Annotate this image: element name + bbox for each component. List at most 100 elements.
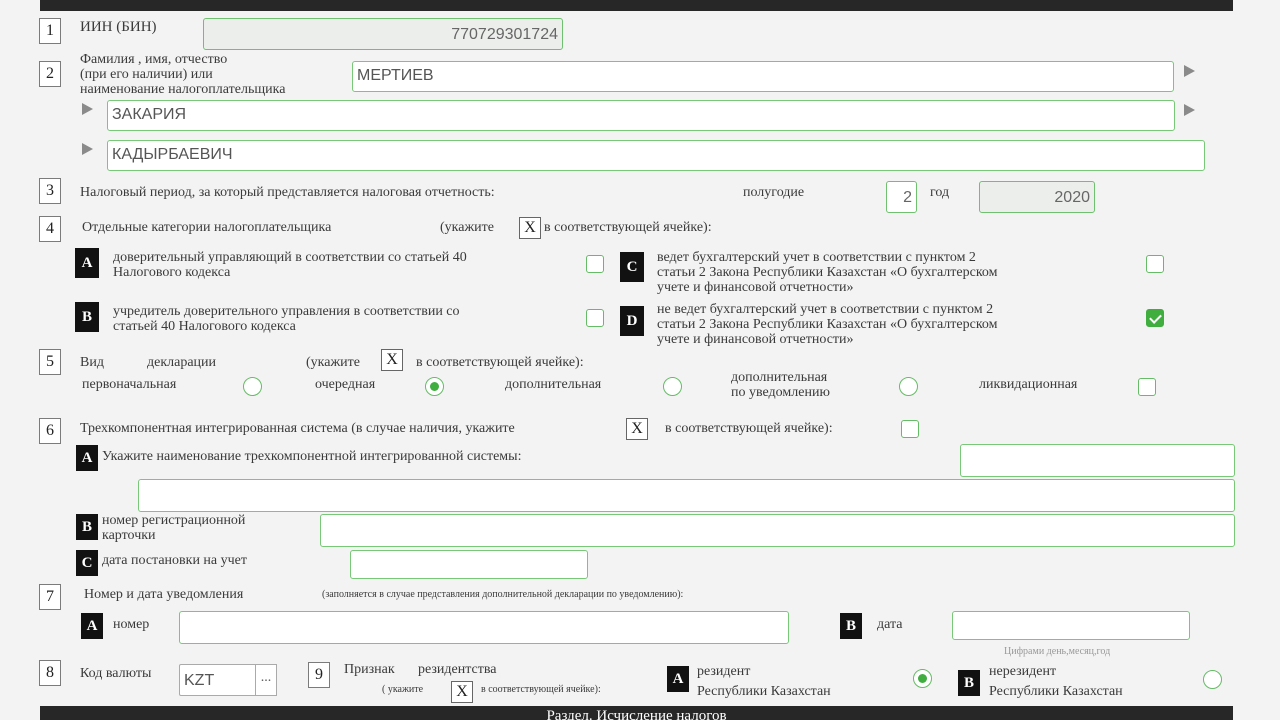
category-c-checkbox[interactable] bbox=[1146, 255, 1164, 273]
nonresident-radio[interactable] bbox=[1203, 670, 1222, 689]
label-line: по уведомлению bbox=[731, 385, 830, 400]
system-name-field-short[interactable] bbox=[960, 444, 1235, 477]
reg-card-field[interactable] bbox=[320, 514, 1235, 547]
row-number-6: 6 bbox=[39, 418, 61, 444]
name-label-line: Фамилия , имя, отчество bbox=[80, 52, 228, 67]
half-year-field[interactable]: 2 bbox=[886, 181, 917, 213]
row-number-3: 3 bbox=[39, 178, 61, 204]
label-line: доверительный управляющий в соответствии… bbox=[113, 250, 467, 265]
label-line: Республики Казахстан bbox=[989, 684, 1123, 699]
categories-label: Отдельные категории налогоплательщика bbox=[82, 220, 332, 235]
row-number-2: 2 bbox=[39, 61, 61, 87]
badge-a: A bbox=[667, 666, 689, 692]
residency-label: резидентства bbox=[418, 662, 497, 677]
reg-card-label: номер регистрационной карточки bbox=[102, 513, 245, 543]
play-arrow-icon bbox=[82, 103, 93, 115]
row-number-4: 4 bbox=[39, 216, 61, 242]
label-line: резидент bbox=[697, 664, 751, 679]
option-additional-label: дополнительная bbox=[505, 377, 602, 392]
label-line: нерезидент bbox=[989, 664, 1057, 679]
year-field[interactable]: 2020 bbox=[979, 181, 1095, 213]
registration-date-field[interactable] bbox=[350, 550, 588, 579]
option-initial-radio[interactable] bbox=[243, 377, 262, 396]
play-arrow-icon[interactable] bbox=[1184, 65, 1195, 77]
notice-label: Номер и дата уведомления bbox=[84, 587, 244, 602]
name-label-line: (при его наличии) или bbox=[80, 67, 213, 82]
row-number-5: 5 bbox=[39, 349, 61, 375]
category-b-checkbox[interactable] bbox=[586, 309, 604, 327]
hint-text: ( укажите bbox=[382, 684, 424, 695]
top-bar bbox=[40, 0, 1233, 11]
resident-radio[interactable] bbox=[913, 669, 932, 688]
label-line: учете и финансовой отчетности» bbox=[657, 280, 854, 295]
nonresident-label: нерезидент Республики Казахстан bbox=[989, 662, 1123, 702]
label-line: не ведет бухгалтерский учет в соответств… bbox=[657, 302, 994, 317]
half-year-label: полугодие bbox=[743, 185, 805, 200]
system-name-field[interactable] bbox=[138, 479, 1235, 512]
x-sample-box: X bbox=[451, 681, 473, 703]
label-line: статьей 40 Налогового кодекса bbox=[113, 319, 296, 334]
x-sample-box: X bbox=[519, 217, 541, 239]
x-sample-box: X bbox=[626, 418, 648, 440]
row-number-7: 7 bbox=[39, 584, 61, 610]
first-name-field[interactable]: ЗАКАРИЯ bbox=[107, 100, 1175, 131]
iin-field[interactable]: 770729301724 bbox=[203, 18, 563, 50]
category-d-label: не ведет бухгалтерский учет в соответств… bbox=[657, 302, 998, 347]
patronymic-field[interactable]: КАДЫРБАЕВИЧ bbox=[107, 140, 1205, 171]
play-arrow-icon[interactable] bbox=[1184, 104, 1195, 116]
option-notice-radio[interactable] bbox=[899, 377, 918, 396]
last-name-field[interactable]: МЕРТИЕВ bbox=[352, 61, 1174, 92]
hint-text: (укажите bbox=[440, 220, 494, 235]
registration-date-label: дата постановки на учет bbox=[102, 553, 248, 568]
resident-label: резидент Республики Казахстан bbox=[697, 662, 831, 702]
decl-type-label: декларации bbox=[147, 355, 217, 370]
row-number-8: 8 bbox=[39, 660, 61, 686]
name-label-line: наименование налогоплательщика bbox=[80, 82, 286, 97]
play-arrow-icon bbox=[82, 143, 93, 155]
notice-number-field[interactable] bbox=[179, 611, 789, 644]
notice-date-label: дата bbox=[877, 617, 903, 632]
label-line: статьи 2 Закона Республики Казахстан «О … bbox=[657, 317, 998, 332]
badge-a: A bbox=[81, 613, 103, 639]
option-regular-radio[interactable] bbox=[425, 377, 444, 396]
system-name-label: Укажите наименование трехкомпонентной ин… bbox=[102, 449, 522, 464]
hint-text: (укажите bbox=[306, 355, 360, 370]
decl-type-label: Вид bbox=[80, 355, 104, 370]
badge-d: D bbox=[620, 306, 644, 336]
three-component-label: Трехкомпонентная интегрированная система… bbox=[80, 421, 515, 436]
badge-b: B bbox=[76, 514, 98, 540]
badge-b: B bbox=[958, 670, 980, 696]
label-line: Налогового кодекса bbox=[113, 265, 231, 280]
currency-field[interactable]: KZT bbox=[179, 664, 257, 696]
row-number-9: 9 bbox=[308, 662, 330, 688]
option-additional-radio[interactable] bbox=[663, 377, 682, 396]
category-d-checkbox[interactable] bbox=[1146, 309, 1164, 327]
name-label: Фамилия , имя, отчество (при его наличии… bbox=[80, 52, 285, 97]
badge-a: A bbox=[76, 445, 98, 471]
label-line: дополнительная bbox=[731, 370, 828, 385]
category-a-checkbox[interactable] bbox=[586, 255, 604, 273]
badge-b: B bbox=[75, 302, 99, 332]
label-line: номер регистрационной bbox=[102, 513, 246, 528]
label-line: учете и финансовой отчетности» bbox=[657, 332, 854, 347]
badge-b: B bbox=[840, 613, 862, 639]
category-c-label: ведет бухгалтерский учет в соответствии … bbox=[657, 250, 998, 295]
three-component-checkbox[interactable] bbox=[901, 420, 919, 438]
section-header-bar: Раздел. Исчисление налогов bbox=[40, 706, 1233, 720]
date-format-hint: Цифрами день,месяц,год bbox=[1004, 646, 1111, 657]
currency-picker-button[interactable]: ... bbox=[255, 664, 277, 696]
label-line: статьи 2 Закона Республики Казахстан «О … bbox=[657, 265, 998, 280]
option-liquidation-checkbox[interactable] bbox=[1138, 378, 1156, 396]
currency-label: Код валюты bbox=[80, 666, 152, 681]
tax-period-label: Налоговый период, за который представляе… bbox=[80, 185, 495, 200]
notice-date-field[interactable] bbox=[952, 611, 1190, 640]
row-number-1: 1 bbox=[39, 18, 61, 44]
iin-label: ИИН (БИН) bbox=[80, 19, 157, 35]
option-notice-label: дополнительная по уведомлению bbox=[731, 370, 830, 400]
year-label: год bbox=[930, 185, 950, 200]
option-regular-label: очередная bbox=[315, 377, 376, 392]
notice-number-label: номер bbox=[113, 617, 150, 632]
hint-text: в соответствующей ячейке): bbox=[665, 421, 833, 436]
label-line: Республики Казахстан bbox=[697, 684, 831, 699]
label-line: учредитель доверительного управления в с… bbox=[113, 304, 460, 319]
